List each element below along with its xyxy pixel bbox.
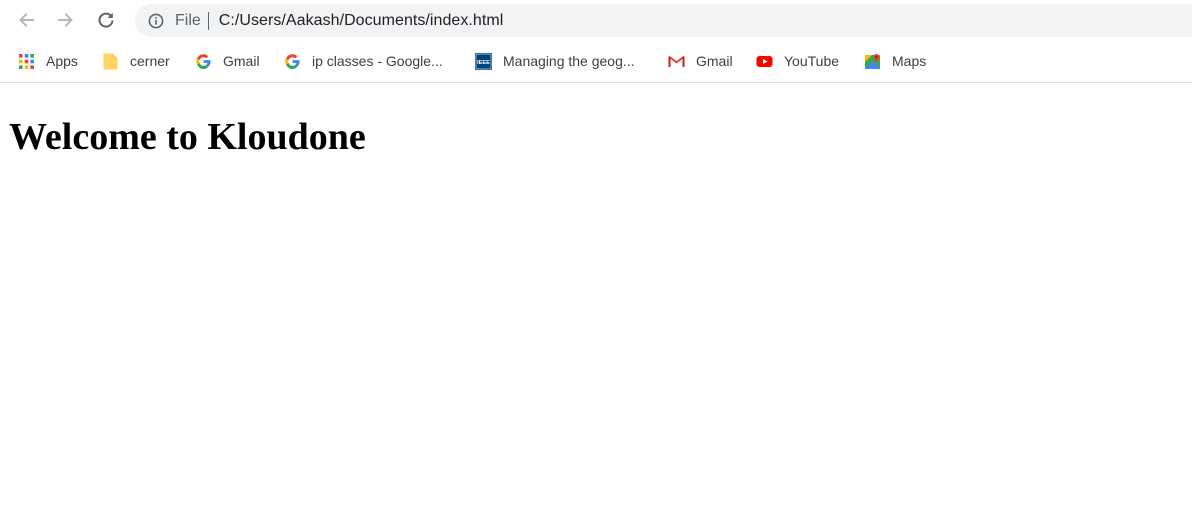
bookmark-maps[interactable]: Maps <box>864 50 926 72</box>
page-heading: Welcome to Kloudone <box>9 116 366 158</box>
apps-grid-icon <box>18 53 35 70</box>
bookmark-youtube[interactable]: YouTube <box>756 50 839 72</box>
bookmark-gmail-google[interactable]: Gmail <box>195 50 260 72</box>
url-text[interactable]: C:/Users/Aakash/Documents/index.html <box>219 12 504 30</box>
bookmark-label: ip classes - Google... <box>312 53 443 69</box>
arrow-right-icon <box>58 13 73 27</box>
back-button[interactable] <box>11 5 41 35</box>
ieee-icon: IEEE <box>475 52 492 70</box>
reload-button[interactable] <box>91 5 121 35</box>
forward-button[interactable] <box>51 5 81 35</box>
bookmark-label: Apps <box>46 53 78 69</box>
bookmark-label: Gmail <box>223 53 260 69</box>
address-bar[interactable]: File C:/Users/Aakash/Documents/index.htm… <box>135 4 1192 37</box>
bookmark-label: Maps <box>892 53 927 69</box>
bookmark-label: cerner <box>130 53 170 69</box>
bookmark-apps[interactable]: Apps <box>18 50 78 72</box>
page-content: Welcome to Kloudone <box>0 84 1192 518</box>
bookmark-gmail[interactable]: Gmail <box>668 50 733 72</box>
bookmark-cerner[interactable]: cerner <box>102 50 170 72</box>
gmail-m-icon <box>668 53 685 70</box>
bookmark-ip-classes[interactable]: ip classes - Google... <box>284 50 443 72</box>
bookmark-label: Gmail <box>696 53 733 69</box>
google-g-icon <box>284 53 301 70</box>
scheme-separator <box>207 11 209 30</box>
youtube-icon <box>756 53 773 70</box>
reload-icon <box>98 12 114 28</box>
folder-icon <box>102 53 119 70</box>
google-g-icon <box>195 53 212 70</box>
maps-icon <box>864 53 881 70</box>
scheme-label: File <box>175 11 201 29</box>
bookmark-label: Managing the geog... <box>503 53 635 69</box>
bookmarks-bar: Apps cerner Gmail ip classes - Google...… <box>0 42 1192 83</box>
svg-text:IEEE: IEEE <box>477 60 490 66</box>
bookmark-ieee[interactable]: IEEE Managing the geog... <box>475 50 635 72</box>
info-icon[interactable] <box>148 13 164 29</box>
browser-toolbar: File C:/Users/Aakash/Documents/index.htm… <box>0 0 1192 42</box>
bookmark-label: YouTube <box>784 53 840 69</box>
arrow-left-icon <box>19 13 34 27</box>
